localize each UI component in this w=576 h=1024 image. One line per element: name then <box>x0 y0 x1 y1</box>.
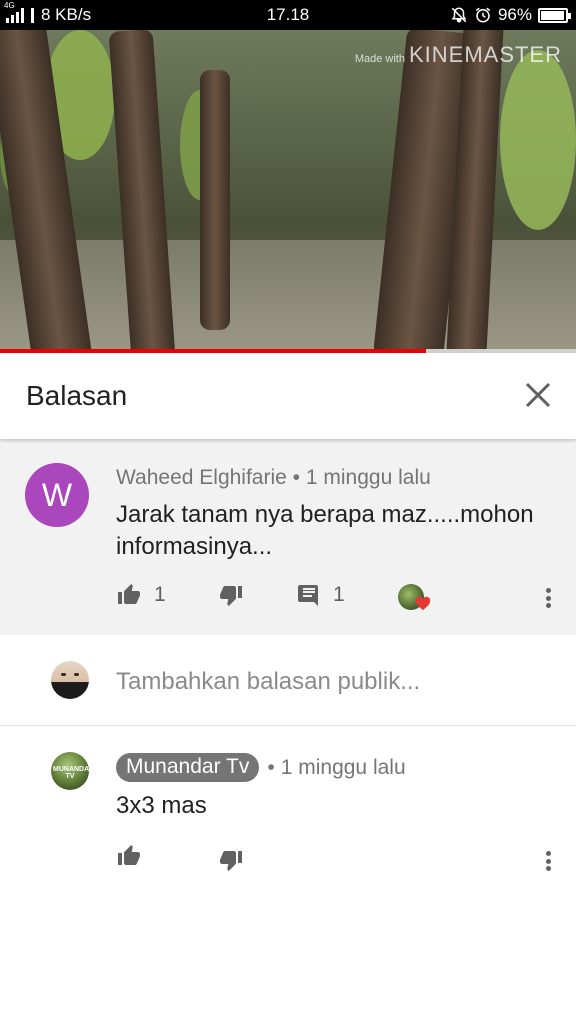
comment-icon <box>298 585 318 606</box>
banana-trunk <box>200 70 230 330</box>
like-button[interactable] <box>116 844 142 868</box>
creator-heart-icon <box>415 596 431 611</box>
replies-header: Balasan <box>0 353 576 439</box>
like-button[interactable]: 1 <box>116 583 166 607</box>
alarm-icon <box>475 7 491 23</box>
comment-text: Jarak tanam nya berapa maz.....mohon inf… <box>116 501 534 560</box>
thumb-down-icon <box>220 586 242 606</box>
reply-input[interactable]: Tambahkan balasan publik... <box>116 668 420 696</box>
reply-count: 1 <box>333 583 345 606</box>
dislike-button[interactable] <box>218 848 244 872</box>
avatar-letter: W <box>41 476 73 513</box>
thumb-up-icon <box>118 584 140 604</box>
comment-author[interactable]: Waheed Elghifarie <box>116 466 287 489</box>
comment-actions: 1 1 <box>0 583 576 613</box>
more-vert-icon[interactable] <box>540 848 556 874</box>
avatar[interactable]: W <box>25 463 89 527</box>
reply-actions <box>0 844 576 874</box>
reply-count-button[interactable]: 1 <box>297 583 345 607</box>
avatar <box>51 661 89 699</box>
video-watermark: Made with KINEMASTER <box>354 42 562 67</box>
add-reply-row[interactable]: Tambahkan balasan publik... <box>0 635 576 726</box>
page-title: Balasan <box>26 380 128 411</box>
comment-time: 1 minggu lalu <box>305 466 431 489</box>
reply-avatar-text: MUNANDAR TV <box>53 766 95 780</box>
comment-meta: Waheed Elghifarie • 1 minggu lalu <box>116 466 431 490</box>
thumb-down-icon <box>220 851 242 871</box>
meta-separator: • <box>267 755 275 779</box>
reply-item: MUNANDAR TV Munandar Tv • 1 minggu lalu … <box>0 726 576 906</box>
reply-text: 3x3 mas <box>116 792 207 819</box>
banana-bunch <box>500 50 576 230</box>
reply-time: 1 minggu lalu <box>280 755 406 779</box>
reply-meta: Munandar Tv • 1 minggu lalu <box>116 753 406 782</box>
battery-percent: 96% <box>497 5 532 24</box>
close-icon[interactable] <box>522 379 554 411</box>
mute-bell-icon <box>451 7 467 23</box>
more-vert-icon[interactable] <box>540 585 556 611</box>
creator-heart-badge <box>398 583 434 613</box>
dislike-button[interactable] <box>218 583 244 607</box>
video-player[interactable]: Made with KINEMASTER <box>0 30 576 350</box>
status-bar: 4G 8 KB/s 17.18 96% <box>0 0 576 30</box>
like-count: 1 <box>154 583 166 606</box>
avatar[interactable]: MUNANDAR TV <box>51 752 95 790</box>
parent-comment: W Waheed Elghifarie • 1 minggu lalu Jara… <box>0 439 576 635</box>
creator-badge[interactable]: Munandar Tv <box>116 753 260 782</box>
meta-separator: • <box>292 466 301 489</box>
thumb-up-icon <box>118 845 140 865</box>
battery-icon <box>538 7 571 23</box>
